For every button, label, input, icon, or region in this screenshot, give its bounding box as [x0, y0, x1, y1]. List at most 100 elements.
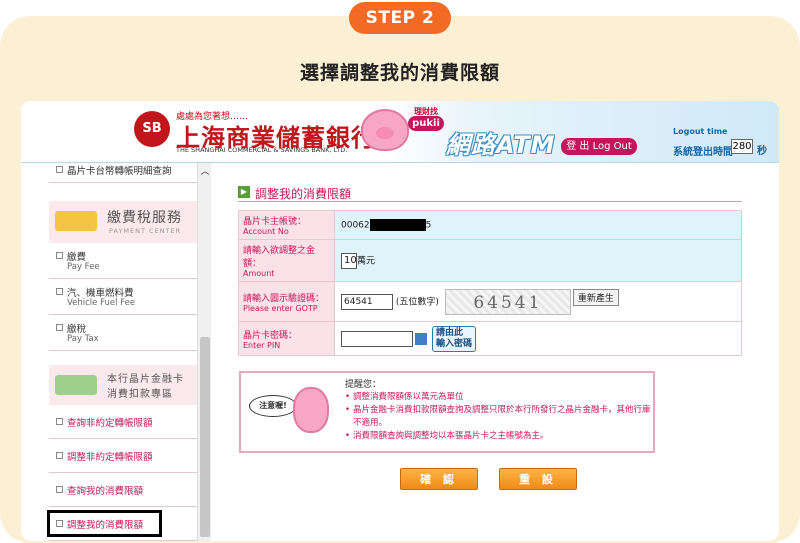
notice-pig-illustration: 注意喔! [247, 385, 335, 441]
sidebar-item-query-transfer-limit[interactable]: 查詢非約定轉帳限額 [49, 405, 211, 439]
sidebar-item-label: 繳稅 [67, 324, 87, 335]
sidebar: 晶片卡台幣轉帳明細查詢 繳費稅服務 PAYMENT CENTER 繳費 Pay … [49, 163, 211, 541]
amount-value-cell: 10萬元 [334, 239, 742, 282]
account-suffix: 5 [425, 220, 432, 231]
masked-account [369, 219, 426, 231]
pin-label-en: Enter PIN [243, 340, 281, 350]
pukii-badge: pukii [408, 116, 444, 131]
step-title: 選擇調整我的消費限額 [299, 62, 500, 84]
sidebar-item-label: 查詢非約定轉帳限額 [67, 418, 153, 429]
sidebar-item-en: Vehicle Fuel Fee [67, 298, 136, 308]
account-prefix: 00062 [341, 220, 370, 231]
sidebar-item-label: 晶片卡台幣轉帳明細查詢 [67, 166, 172, 177]
reset-button[interactable]: 重 設 [499, 468, 577, 490]
checkbox-icon [56, 452, 63, 459]
sidebar-item-pay-fee[interactable]: 繳費 Pay Fee [49, 243, 211, 279]
notice-list: 調整消費限額係以萬元為單位 晶片金融卡消費扣款限額查詢及調整只限於本行所發行之晶… [345, 391, 651, 443]
form-row-account: 晶片卡主帳號： Account No 00062 5 [238, 210, 742, 240]
site-header: SB 處處為您著想…… 上海商業儲蓄銀行 THE SHANGHAI COMMER… [21, 101, 779, 163]
pin-button-line2: 輸入密碼 [436, 338, 473, 349]
section-title-line2: 消費扣款專區 [107, 389, 173, 400]
atm-title: 網路ATM [446, 131, 556, 159]
logout-button[interactable]: 登 出 Log Out [561, 138, 637, 155]
account-label-cell: 晶片卡主帳號： Account No [238, 210, 335, 240]
captcha-label-en: Please enter GOTP [243, 303, 318, 313]
step-badge: STEP 2 [349, 2, 451, 34]
pin-label: 晶片卡密碼： [243, 330, 298, 341]
sidebar-item-adjust-transfer-limit[interactable]: 調整非約定轉帳限額 [49, 439, 211, 473]
amount-label: 請輸入欲調整之金額： [243, 246, 316, 269]
notice-item: 消費限額查詢與調整均以本張晶片卡之主帳號為主。 [345, 430, 651, 443]
sidebar-item-label: 繳費 [67, 252, 87, 263]
pin-label-cell: 晶片卡密碼： Enter PIN [238, 321, 335, 356]
page-heading: ▶ 調整我的消費限額 [238, 184, 742, 202]
form-row-pin: 晶片卡密碼： Enter PIN 請由此 輸入密碼 [238, 321, 742, 356]
sidebar-scrollbar[interactable]: ︿ [197, 163, 211, 541]
sidebar-item-label: 調整非約定轉帳限額 [67, 452, 153, 463]
confirm-button[interactable]: 確 認 [400, 468, 478, 490]
sidebar-item-query-spending-limit[interactable]: 查詢我的消費限額 [49, 473, 211, 507]
limit-form: 晶片卡主帳號： Account No 00062 5 請輸入欲調整之金額： Amo… [238, 210, 742, 356]
atm-screenshot: SB 處處為您著想…… 上海商業儲蓄銀行 THE SHANGHAI COMMER… [21, 101, 779, 541]
sidebar-item-label: 查詢我的消費限額 [67, 486, 144, 497]
main-content: ▶ 調整我的消費限額 晶片卡主帳號： Account No 00062 5 請輸入… [211, 163, 779, 541]
notice-title: 提醒您： [345, 380, 382, 390]
account-label: 晶片卡主帳號： [243, 217, 307, 227]
pin-value-cell: 請由此 輸入密碼 [334, 321, 742, 356]
timer-label: 系統登出時間 [673, 147, 733, 158]
logout-time-label: Logout time [673, 127, 728, 136]
captcha-value-cell: 64541 (五位數字) 64541 重新產生 [334, 281, 742, 322]
selection-highlight [47, 510, 162, 537]
captcha-hint: (五位數字) [395, 297, 439, 307]
checkbox-icon [56, 166, 63, 173]
checkbox-icon [56, 486, 63, 493]
form-row-amount: 請輸入欲調整之金額： Amount 10萬元 [238, 239, 742, 282]
pin-button-line1: 請由此 [436, 327, 464, 338]
notice-box: 注意喔! 提醒您： 調整消費限額係以萬元為單位 晶片金融卡消費扣款限額查詢及調整… [239, 371, 655, 453]
account-value-cell: 00062 5 [334, 210, 742, 240]
sidebar-item-pay-tax[interactable]: 繳稅 Pay Tax [49, 315, 211, 351]
amount-label-cell: 請輸入欲調整之金額： Amount [238, 239, 335, 282]
wallet-icon [55, 211, 97, 231]
bank-logo-icon: SB [134, 111, 170, 147]
pin-entry-button[interactable]: 請由此 輸入密碼 [432, 325, 477, 352]
scroll-up-icon[interactable]: ︿ [200, 167, 210, 177]
amount-input[interactable]: 10 [341, 252, 357, 269]
form-row-captcha: 請輸入圖示驗證碼： Please enter GOTP 64541 (五位數字)… [238, 281, 742, 322]
checkbox-icon [56, 252, 63, 259]
scroll-thumb[interactable] [200, 337, 210, 537]
page-title: 調整我的消費限額 [255, 187, 352, 201]
notice-item: 晶片金融卡消費扣款限額查詢及調整只限於本行所發行之晶片金融卡，其他行庫不適用。 [345, 404, 651, 430]
sidebar-item-en: Pay Tax [67, 334, 99, 344]
captcha-image: 64541 [444, 288, 571, 315]
payment-center-section: 繳費稅服務 PAYMENT CENTER [49, 201, 211, 243]
pukii-pig-icon [361, 109, 409, 151]
amount-label-en: Amount [243, 269, 275, 278]
pin-input[interactable] [341, 330, 413, 347]
captcha-input[interactable]: 64541 [341, 293, 393, 310]
pig-icon [293, 387, 329, 433]
timer-unit: 秒 [757, 146, 767, 157]
bank-name-en: THE SHANGHAI COMMERCIAL & SAVINGS BANK, … [176, 146, 348, 154]
section-title: 繳費稅服務 [107, 210, 182, 226]
sidebar-item-label: 汽、機車燃料費 [67, 288, 134, 299]
arrow-icon: ▶ [238, 186, 250, 198]
section-title: 本行晶片金融卡 [107, 374, 184, 385]
checkbox-icon [56, 324, 63, 331]
account-label-en: Account No [243, 227, 289, 236]
checkbox-icon [56, 418, 63, 425]
sidebar-item-fuel-fee[interactable]: 汽、機車燃料費 Vehicle Fuel Fee [49, 279, 211, 315]
notice-bubble: 注意喔! [249, 395, 297, 417]
sidebar-item-en: Pay Fee [67, 262, 100, 272]
chip-card-section: 本行晶片金融卡 消費扣款專區 [49, 365, 211, 405]
checkbox-icon [56, 288, 63, 295]
captcha-label: 請輸入圖示驗證碼： [243, 293, 325, 304]
timer-value: 280 [731, 139, 753, 154]
captcha-label-cell: 請輸入圖示驗證碼： Please enter GOTP [238, 281, 335, 322]
sidebar-item-transfer-query[interactable]: 晶片卡台幣轉帳明細查詢 [49, 163, 211, 183]
section-subtitle: PAYMENT CENTER [109, 227, 182, 235]
keyboard-icon[interactable] [415, 332, 427, 345]
regenerate-button[interactable]: 重新產生 [572, 288, 619, 306]
instruction-card: 選擇調整我的消費限額 SB 處處為您著想…… 上海商業儲蓄銀行 THE SHAN… [0, 16, 800, 543]
calculator-icon [55, 375, 97, 395]
